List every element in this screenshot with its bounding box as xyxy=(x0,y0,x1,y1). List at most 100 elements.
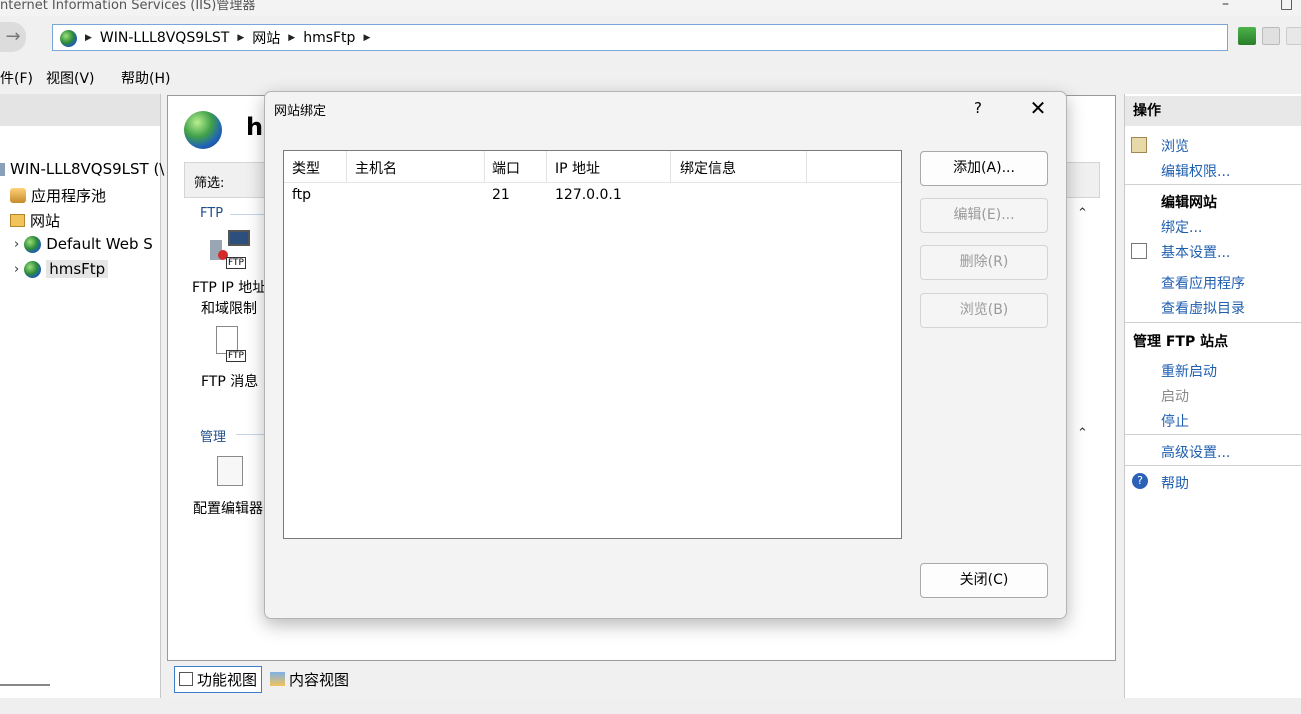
scrollbar[interactable] xyxy=(0,684,50,686)
action-view-virtual-dirs[interactable]: 查看虚拟目录 xyxy=(1161,298,1245,318)
toolbar-icons xyxy=(1238,27,1301,45)
chevron-right-icon[interactable]: › xyxy=(14,262,19,277)
app-pool-icon xyxy=(10,188,26,203)
divider xyxy=(230,214,264,215)
back-button[interactable]: → xyxy=(0,22,26,52)
action-help[interactable]: 帮助 xyxy=(1161,473,1189,493)
folder-icon xyxy=(10,214,25,227)
browse-button: 浏览(B) xyxy=(920,293,1048,328)
column-divider[interactable] xyxy=(484,151,485,182)
column-header-ip[interactable]: IP 地址 xyxy=(555,158,600,178)
cell-ip: 127.0.0.1 xyxy=(555,187,622,203)
divider xyxy=(236,434,264,435)
tree-label: 应用程序池 xyxy=(31,187,107,205)
remove-button: 删除(R) xyxy=(920,245,1048,280)
add-button[interactable]: 添加(A)... xyxy=(920,151,1048,186)
action-restart[interactable]: 重新启动 xyxy=(1161,361,1217,381)
tab-label: 内容视图 xyxy=(289,670,350,689)
chevron-right-icon[interactable]: ▶ xyxy=(288,33,295,43)
feature-ftp-messages-label[interactable]: FTP 消息 xyxy=(201,371,258,391)
feature-config-editor-label[interactable]: 配置编辑器 xyxy=(193,498,263,518)
tree-item-default-site[interactable]: › Default Web S xyxy=(14,235,153,253)
site-globe-icon xyxy=(184,111,222,149)
column-header-info[interactable]: 绑定信息 xyxy=(680,158,736,178)
divider xyxy=(1125,322,1301,323)
tree-item-server[interactable]: WIN-LLL8VQS9LST (\ xyxy=(0,160,164,178)
tree-item-hmsftp[interactable]: › hmsFtp xyxy=(14,260,109,278)
breadcrumb-site[interactable]: hmsFtp xyxy=(303,30,355,46)
menu-help[interactable]: 帮助(H) xyxy=(121,68,170,88)
group-ftp: FTP xyxy=(200,206,224,221)
column-header-type[interactable]: 类型 xyxy=(292,158,320,178)
features-view-icon xyxy=(179,672,193,686)
divider xyxy=(1125,465,1301,466)
collapse-icon[interactable]: ⌃ xyxy=(1077,206,1088,221)
browse-icon xyxy=(1131,137,1147,153)
action-bindings[interactable]: 绑定... xyxy=(1161,217,1202,237)
window-titlebar: nternet Information Services (IIS)管理器 – … xyxy=(0,0,1301,16)
action-view-applications[interactable]: 查看应用程序 xyxy=(1161,273,1245,293)
ftp-badge: FTP xyxy=(226,350,246,362)
maximize-button[interactable]: □ xyxy=(1280,0,1293,12)
globe-icon xyxy=(24,235,42,253)
chevron-right-icon[interactable]: › xyxy=(14,237,19,252)
cell-port: 21 xyxy=(492,187,510,203)
ftp-messages-icon[interactable]: FTP xyxy=(214,326,254,364)
status-bar xyxy=(0,698,1301,714)
tree-label: WIN-LLL8VQS9LST (\ xyxy=(10,160,165,178)
breadcrumb: ▶ WIN-LLL8VQS9LST ▶ 网站 ▶ hmsFtp ▶ xyxy=(60,28,370,48)
basic-settings-icon xyxy=(1131,243,1147,259)
chevron-right-icon[interactable]: ▶ xyxy=(363,33,370,43)
minimize-button[interactable]: – xyxy=(1222,0,1229,12)
menu-file[interactable]: 件(F) xyxy=(0,68,33,88)
divider xyxy=(1125,184,1301,185)
server-icon xyxy=(0,162,5,176)
dialog-title: 网站绑定 xyxy=(274,104,327,119)
breadcrumb-sites[interactable]: 网站 xyxy=(252,28,280,48)
actions-header: 操作 xyxy=(1125,96,1301,126)
chevron-right-icon[interactable]: ▶ xyxy=(85,33,92,43)
bindings-list[interactable]: 类型 主机名 端口 IP 地址 绑定信息 ftp 21 127.0.0.1 xyxy=(283,150,902,539)
column-header-host[interactable]: 主机名 xyxy=(355,158,397,178)
column-header-port[interactable]: 端口 xyxy=(492,158,520,178)
divider xyxy=(1125,434,1301,435)
action-browse[interactable]: 浏览 xyxy=(1161,136,1189,156)
action-start: 启动 xyxy=(1161,389,1189,405)
feature-ftp-ip-label[interactable]: FTP IP 地址 xyxy=(192,277,266,297)
refresh-icon[interactable] xyxy=(1238,27,1256,45)
connections-toolbar xyxy=(0,94,160,126)
column-divider[interactable] xyxy=(346,151,347,182)
tab-features-view[interactable]: 功能视图 xyxy=(174,665,263,693)
config-editor-icon[interactable] xyxy=(217,456,243,486)
dialog-help-button[interactable]: ? xyxy=(974,99,982,117)
chevron-right-icon[interactable]: ▶ xyxy=(237,33,244,43)
column-divider[interactable] xyxy=(806,151,807,182)
tree-label: Default Web S xyxy=(46,235,153,253)
feature-ftp-ip-label-2[interactable]: 和域限制 xyxy=(201,298,257,318)
monitor-shape xyxy=(228,230,250,246)
view-tabs: 功能视图 内容视图 xyxy=(174,664,1123,694)
column-divider[interactable] xyxy=(546,151,547,182)
column-divider[interactable] xyxy=(670,151,671,182)
filter-label: 筛选: xyxy=(194,176,225,191)
tree-label: hmsFtp xyxy=(46,260,109,278)
action-edit-permissions[interactable]: 编辑权限... xyxy=(1161,161,1230,181)
tree-item-app-pools[interactable]: 应用程序池 xyxy=(10,185,106,206)
tab-label: 功能视图 xyxy=(197,670,258,689)
tree-item-sites[interactable]: 网站 xyxy=(10,210,60,231)
tab-content-view[interactable]: 内容视图 xyxy=(266,667,353,692)
action-basic-settings[interactable]: 基本设置... xyxy=(1161,242,1230,262)
action-advanced-settings[interactable]: 高级设置... xyxy=(1161,442,1230,462)
breadcrumb-server[interactable]: WIN-LLL8VQS9LST xyxy=(100,30,229,46)
menu-view[interactable]: 视图(V) xyxy=(46,68,95,88)
dialog-close-icon[interactable]: ✕ xyxy=(1026,96,1050,120)
home-icon[interactable] xyxy=(1286,27,1301,45)
close-button[interactable]: 关闭(C) xyxy=(920,563,1048,598)
ftp-ip-restrictions-icon[interactable]: FTP xyxy=(210,230,254,270)
help-icon: ? xyxy=(1132,473,1148,489)
action-stop[interactable]: 停止 xyxy=(1161,411,1189,431)
cell-type: ftp xyxy=(292,187,312,203)
globe-icon xyxy=(60,29,77,47)
collapse-icon[interactable]: ⌃ xyxy=(1077,426,1088,441)
stop-icon[interactable] xyxy=(1262,27,1280,45)
